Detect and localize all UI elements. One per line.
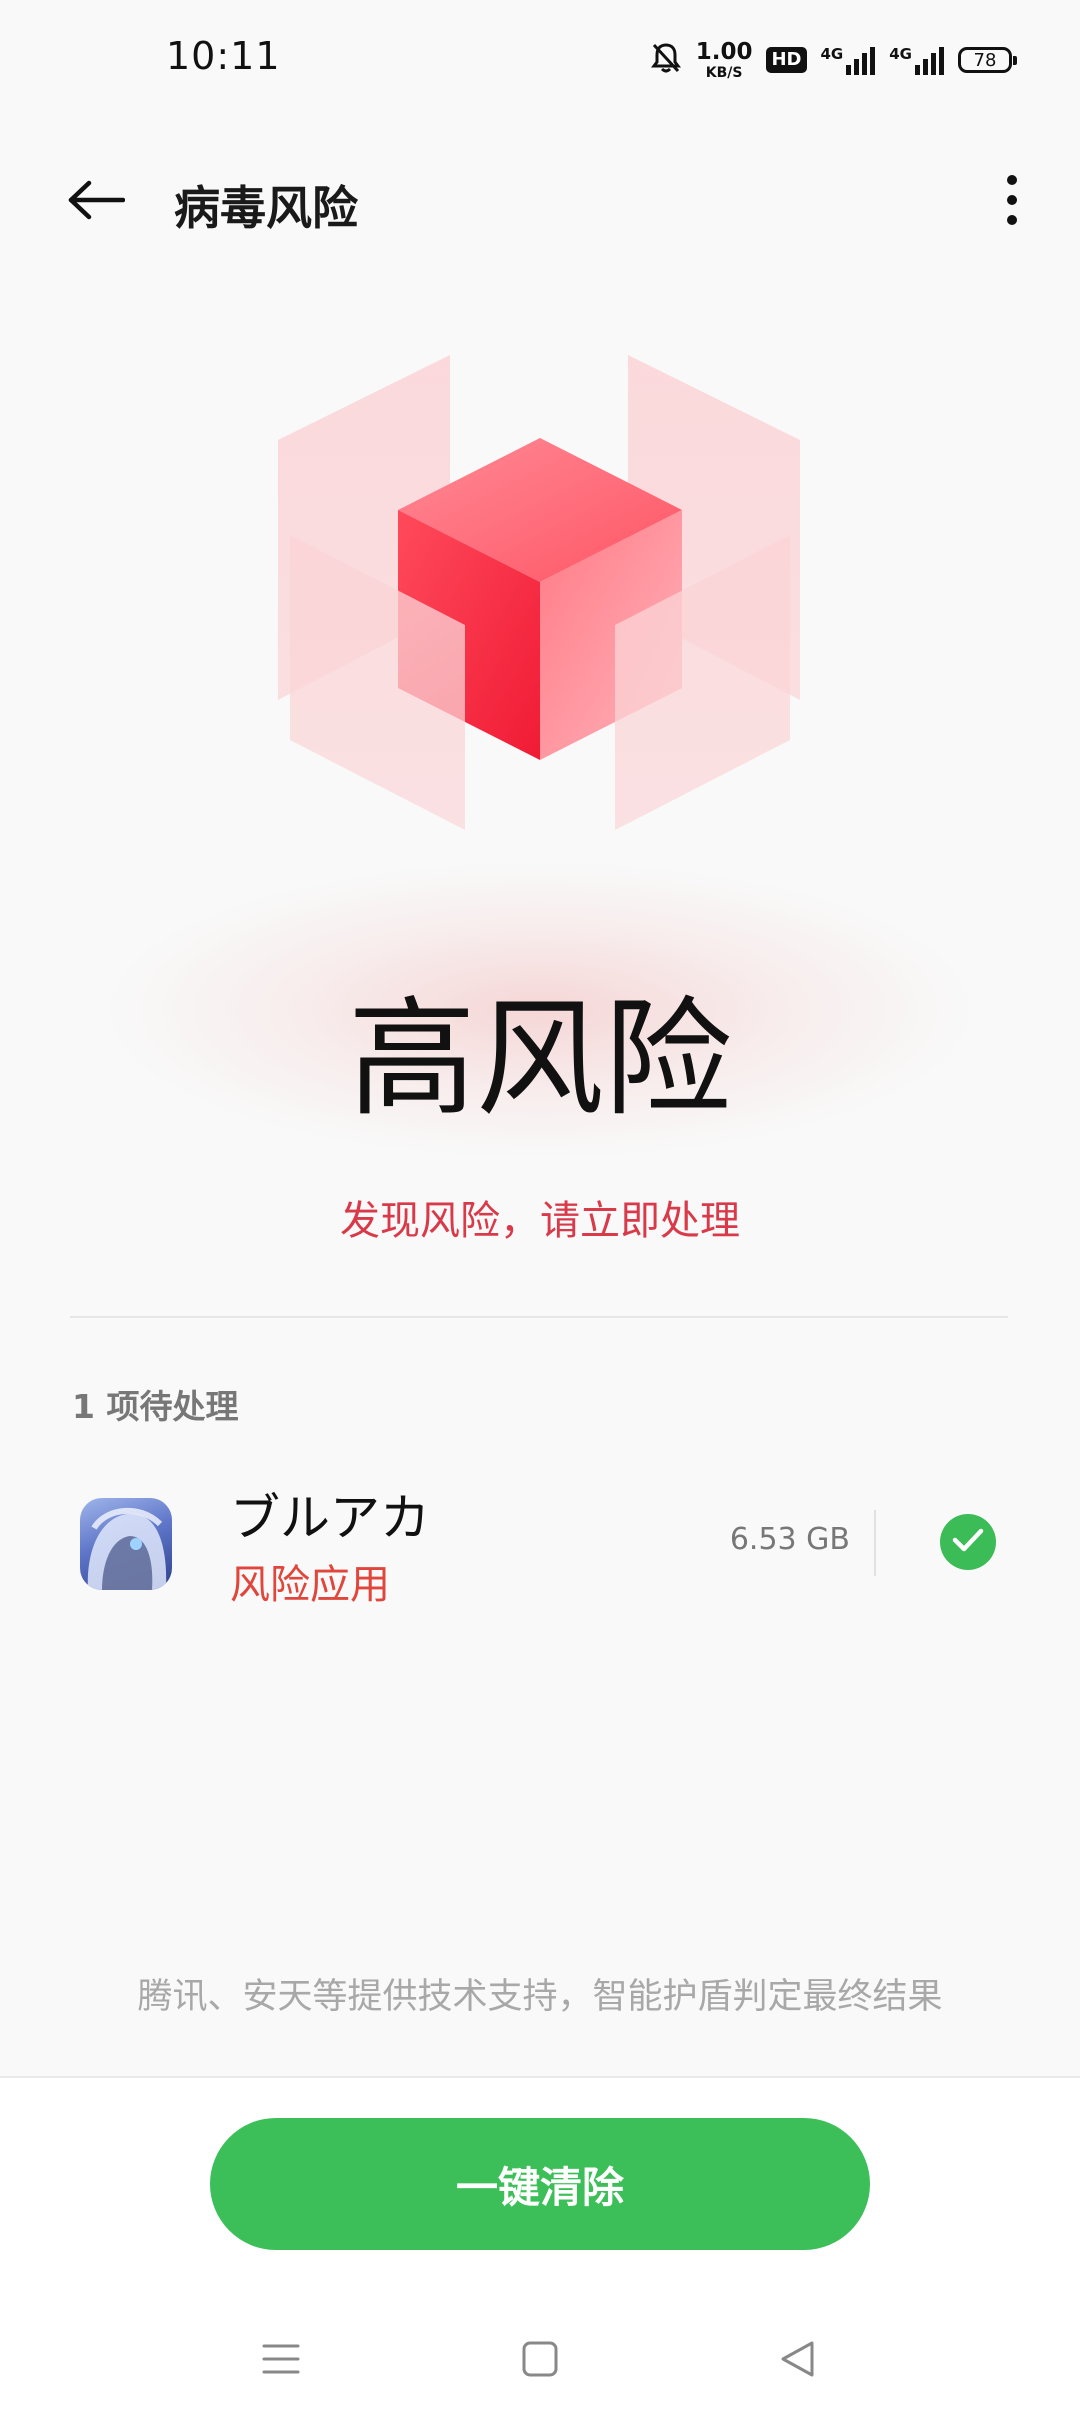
mute-bell-icon [650, 41, 682, 79]
app-icon [80, 1498, 172, 1590]
section-divider [70, 1316, 1008, 1318]
pending-count-header: 1 项待处理 [72, 1387, 239, 1426]
battery-level: 78 [973, 49, 997, 71]
signal-4g-icon-2: 4G [889, 45, 944, 75]
more-options-button[interactable] [980, 170, 1044, 234]
one-click-clear-button[interactable]: 一键清除 [210, 2118, 870, 2250]
status-icons: 1.00 KB/S HD 4G 4G 78 [650, 38, 1017, 82]
check-icon [952, 1527, 984, 1557]
back-triangle-icon [778, 2339, 818, 2383]
status-bar: 10:11 1.00 KB/S HD 4G 4G 78 [0, 0, 1080, 120]
signal-2-label: 4G [889, 45, 912, 63]
bottom-panel: 一键清除 [0, 2076, 1080, 2412]
signal-1-label: 4G [820, 45, 844, 63]
support-note: 腾讯、安天等提供技术支持，智能护盾判定最终结果 [137, 1977, 943, 2017]
nav-back-button[interactable] [763, 2326, 833, 2396]
virus-risk-screen: 10:11 1.00 KB/S HD 4G 4G 78 病毒风险 高风险 发现风… [0, 0, 1080, 2412]
app-bar: 病毒风险 [0, 150, 1080, 254]
network-speed: 1.00 KB/S [695, 38, 753, 81]
select-checkbox[interactable] [940, 1514, 996, 1570]
app-risk-tag: 风险应用 [230, 1562, 390, 1608]
nav-home-button[interactable] [505, 2326, 575, 2396]
app-size: 6.53 GB [729, 1522, 850, 1557]
home-square-icon [521, 2340, 559, 2382]
list-item[interactable]: ブルアカ 风险应用 6.53 GB [0, 1470, 1080, 1620]
menu-icon [261, 2341, 301, 2381]
network-speed-value: 1.00 [695, 38, 753, 65]
battery-icon: 78 [958, 47, 1017, 73]
app-name: ブルアカ [230, 1489, 430, 1547]
risk-level-heading: 高风险 [347, 985, 732, 1134]
page-title: 病毒风险 [174, 181, 358, 235]
network-speed-unit: KB/S [705, 64, 743, 81]
item-divider [874, 1510, 876, 1576]
system-nav-bar [0, 2326, 1080, 2396]
signal-4g-icon: 4G [821, 45, 876, 75]
hd-voice-badge: HD [766, 47, 807, 73]
status-time: 10:11 [166, 34, 281, 78]
more-vertical-icon [1006, 174, 1018, 230]
back-button[interactable] [56, 170, 136, 234]
nav-menu-button[interactable] [246, 2326, 316, 2396]
risk-cube-illustration [220, 330, 860, 870]
risk-subtitle: 发现风险，请立即处理 [340, 1198, 740, 1244]
arrow-left-icon [67, 180, 126, 224]
